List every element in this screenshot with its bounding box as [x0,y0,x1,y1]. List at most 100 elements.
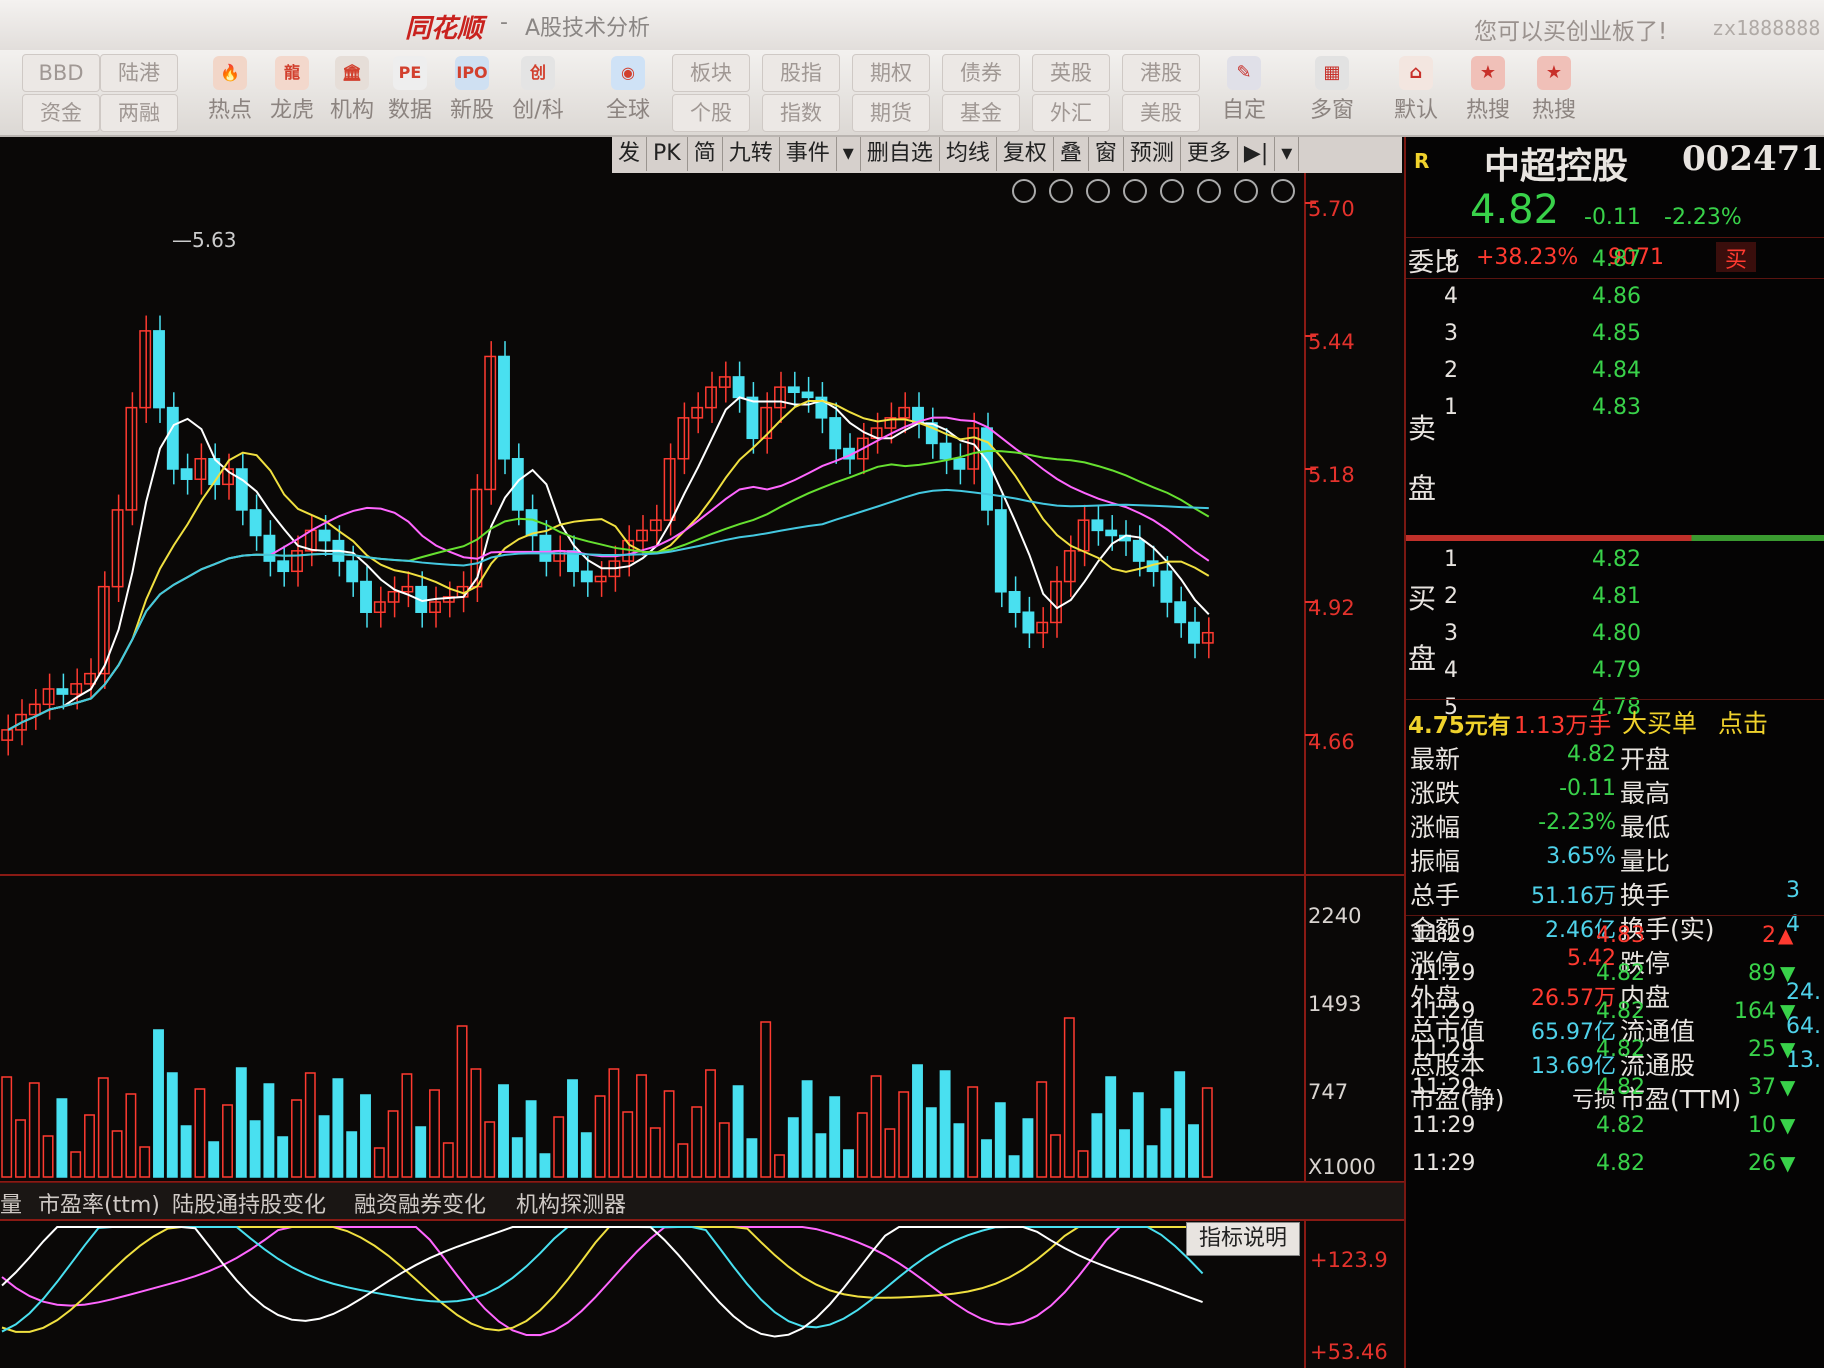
candle-body [746,396,759,440]
toolbar-stack-button[interactable]: 期货 [852,94,930,132]
quote-panel: R 中超控股 002471 4.82 -0.11 -2.23% 委比 +38.2… [1404,137,1824,1368]
user-account[interactable]: zx1888888 [1712,16,1820,40]
toolbar-stack-button[interactable]: 港股 [1122,54,1200,92]
volume-tick: 2240 [1308,904,1362,928]
candle-body [1132,539,1145,562]
buy-button[interactable]: 买 [1716,242,1756,273]
candle-body [235,468,248,511]
toolbar-button-label: 数据 [387,98,432,123]
toolbar-hot-button[interactable]: 🔥 热点 [200,56,260,124]
ask-price[interactable]: 4.85 [1592,321,1641,346]
big-order-banner[interactable]: 4.75元有 1.13万手 大买单 点击 [1406,699,1824,740]
arrow-down-icon: ▼ [1780,1113,1796,1137]
indicator-help-button[interactable]: 指标说明 [1186,1222,1300,1256]
volume-bar [567,1079,578,1178]
toolbar-hot-search-2-button[interactable]: ★ 热搜 [1522,56,1586,124]
toolbar-stack-button[interactable]: 指数 [762,94,840,132]
volume-bar [1188,1124,1199,1178]
tab-volume[interactable]: 量 [0,1187,22,1219]
tab-pe-ttm[interactable]: 市盈率(ttm) [38,1187,160,1219]
volume-bar [263,1083,275,1178]
ask-price[interactable]: 4.87 [1592,247,1641,272]
price-tick: 5.70 [1308,197,1355,221]
tab-institution-detector[interactable]: 机构探测器 [516,1187,626,1219]
toolbar-button-label: 全球 [605,98,650,123]
volume-bar [1201,1087,1213,1178]
toolbar-home-button[interactable]: ⌂ 默认 [1384,56,1448,124]
tick-time: 11:29 [1412,1037,1476,1062]
toolbar-dragon-button[interactable]: 龍龙虎 [262,56,322,124]
tick-time: 11:29 [1412,1075,1476,1100]
dragon-icon: 龍 [275,56,309,90]
ask-price[interactable]: 4.83 [1592,395,1641,420]
candle-body [511,458,524,511]
toolbar-globe-button[interactable]: ◉ 全球 [598,56,658,124]
toolbar-stack: 陆港 两融 [100,52,178,134]
volume-bar [1,1076,13,1178]
toolbar-stack-button[interactable]: 期权 [852,54,930,92]
toolbar-stack-button[interactable]: 债券 [942,54,1020,92]
stat-value: 3.65% [1546,844,1616,869]
bid-price[interactable]: 4.79 [1592,658,1641,683]
toolbar-stack-button[interactable]: 个股 [672,94,750,132]
institution-icon: 🏛 [335,56,369,90]
candle-body [249,509,262,537]
buy-side-label: 买 [1408,582,1437,615]
candle-body [498,355,510,460]
toolbar-ipo-button[interactable]: IPO 新股 [442,56,502,124]
volume-bar [125,1093,137,1178]
candle-body [774,386,786,409]
volume-bar [705,1069,716,1178]
candle-body [373,601,386,613]
stat-label: 最低 [1620,813,1671,842]
bid-price[interactable]: 4.81 [1592,584,1641,609]
toolbar-stack: 股指 指数 [762,52,840,134]
price-change-pct: -2.23% [1664,205,1742,230]
bid-level: 4 [1444,658,1458,683]
stat-value: 4.82 [1567,742,1616,767]
arrow-up-icon: ▲ [1778,923,1794,947]
toolbar-hot-search-button[interactable]: ★ 热搜 [1456,56,1520,124]
toolbar-stack-button[interactable]: 陆港 [100,54,178,92]
toolbar-chuang-button[interactable]: 创创/科 [508,56,568,124]
toolbar-multi-window-button[interactable]: ▦ 多窗 [1300,56,1364,124]
tick-volume: 164 [1734,999,1776,1024]
volume-bar [649,1127,661,1178]
tab-margin-trading[interactable]: 融资融券变化 [354,1187,486,1219]
volume-bar [42,1135,54,1178]
bid-price[interactable]: 4.80 [1592,621,1641,646]
volume-bar [1077,1150,1089,1178]
ask-price[interactable]: 4.86 [1592,284,1641,309]
volume-bar [815,1133,827,1178]
toolbar-institution-button[interactable]: 🏛 机构 [322,56,382,124]
candle-body [429,601,441,613]
arrow-down-icon: ▼ [1780,1151,1796,1175]
hot-search-icon-2: ★ [1537,56,1571,90]
candle-body [1201,631,1214,644]
toolbar-stack-button[interactable]: 板块 [672,54,750,92]
candle-body [1063,550,1076,583]
tab-northbound-holdings[interactable]: 陆股通持股变化 [172,1187,326,1219]
toolbar-stack-button[interactable]: 资金 [22,94,100,132]
big-order-click[interactable]: 点击 [1718,704,1768,740]
notice-link[interactable]: 您可以买创业板了! [1474,12,1667,46]
toolbar-stack-button[interactable]: 两融 [100,94,178,132]
multi-window-icon: ▦ [1315,56,1349,90]
volume-bar [594,1095,606,1178]
toolbar-stack-button[interactable]: 美股 [1122,94,1200,132]
toolbar-custom-button[interactable]: ✎ 自定 [1212,56,1276,124]
candle-body [953,458,966,470]
candle-body [829,417,842,450]
bid-price[interactable]: 4.82 [1592,547,1641,572]
volume-bar [15,1119,26,1178]
tick-price: 4.82 [1596,1113,1645,1138]
toolbar-stack-button[interactable]: BBD [22,54,100,92]
toolbar-stack-button[interactable]: 英股 [1032,54,1110,92]
toolbar-stack-button[interactable]: 基金 [942,94,1020,132]
toolbar-stack-button[interactable]: 股指 [762,54,840,92]
volume-bar [677,1143,689,1178]
toolbar-stack-button[interactable]: 外汇 [1032,94,1110,132]
ask-price[interactable]: 4.84 [1592,358,1641,383]
toolbar-pe-data-button[interactable]: PE 数据 [380,56,440,124]
tick-volume: 10 [1748,1113,1776,1138]
